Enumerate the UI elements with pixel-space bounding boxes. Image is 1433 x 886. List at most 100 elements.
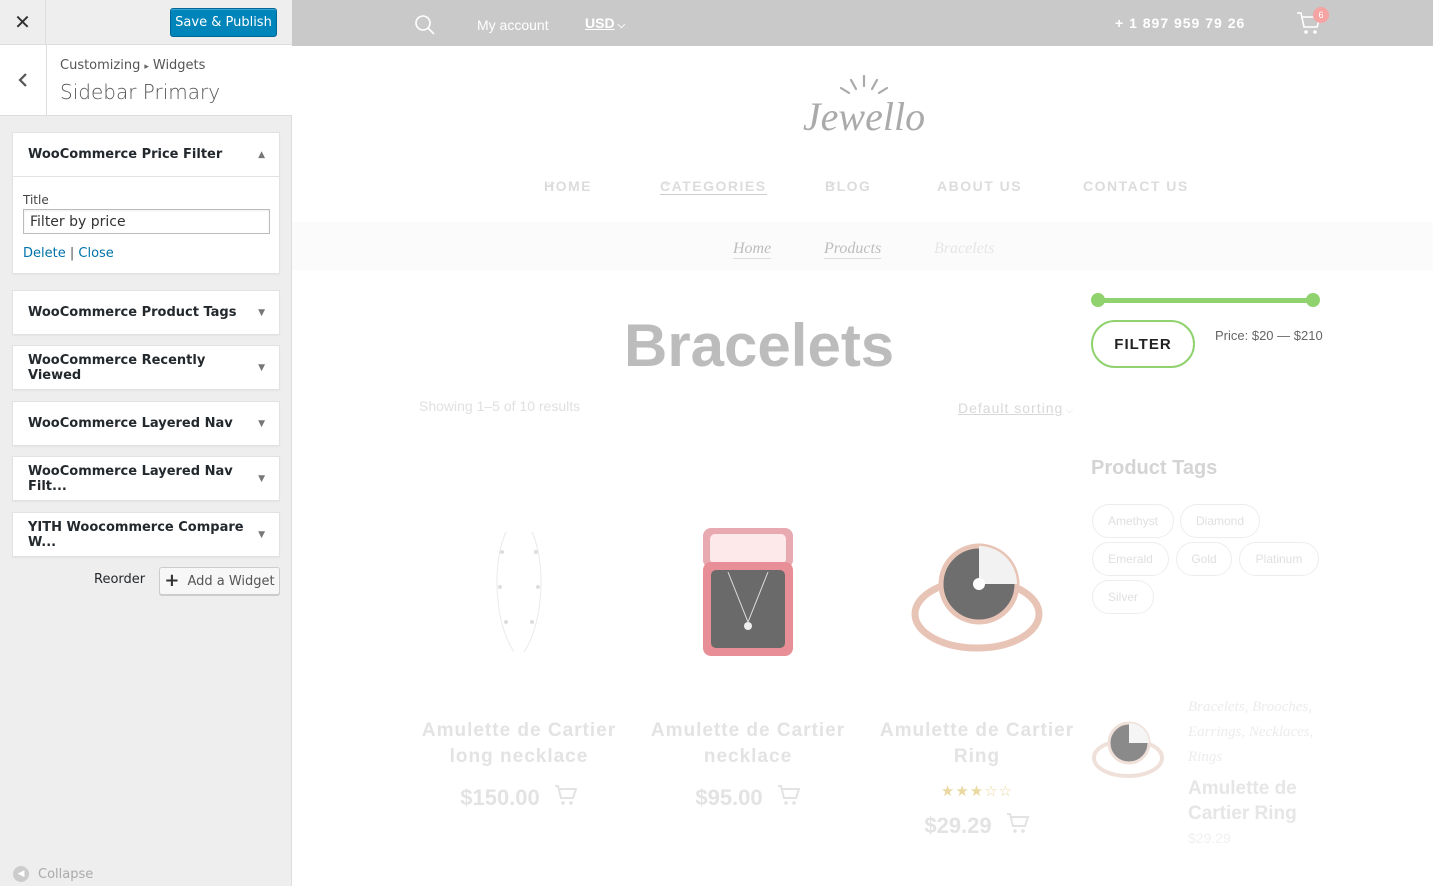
page-title: Bracelets (624, 312, 895, 379)
product-card[interactable]: Amulette de Cartier long necklace $150.0… (419, 512, 619, 810)
breadcrumb-parent: Customizing (60, 58, 141, 73)
product-tags-title: Product Tags (1091, 457, 1218, 479)
star-rating: ★★★☆☆ (940, 783, 1014, 800)
sidebar-product-price: $29.29 (1188, 830, 1231, 846)
tag-gold[interactable]: Gold (1176, 542, 1232, 576)
price-range-text: Price: $20 — $210 (1215, 328, 1323, 343)
close-icon[interactable]: ✕ (0, 0, 46, 45)
widget-yith-compare[interactable]: YITH Woocommerce Compare W... ▼ (12, 512, 280, 557)
delete-link[interactable]: Delete (23, 246, 66, 261)
product-card[interactable]: Amulette de Cartier necklace $95.00 (648, 512, 848, 810)
widget-header[interactable]: WooCommerce Price Filter ▲ (13, 133, 279, 176)
widget-form: Title Delete | Close (13, 176, 279, 273)
breadcrumb-current: Widgets (152, 58, 206, 73)
collapse-label: Collapse (38, 866, 94, 882)
tag-emerald[interactable]: Emerald (1092, 542, 1169, 576)
add-to-cart-icon[interactable] (554, 784, 578, 812)
breadcrumb-current: Bracelets (934, 240, 995, 257)
chevron-down-icon: ⌵ (548, 178, 557, 188)
widget-actions: Delete | Close (23, 246, 269, 261)
expand-arrow-icon[interactable]: ▼ (258, 308, 265, 318)
product-name[interactable]: Amulette de Cartier necklace (648, 718, 848, 770)
widget-price-filter: WooCommerce Price Filter ▲ Title Delete … (12, 132, 280, 274)
cart-count-badge: 6 (1313, 7, 1329, 23)
sort-select[interactable]: Default sorting ⌵ (958, 400, 1074, 416)
tag-silver[interactable]: Silver (1092, 580, 1154, 614)
title-label: Title (23, 193, 49, 207)
customizer-panel: ✕ Save & Publish Customizing ▸ Widgets Sid… (0, 0, 292, 886)
expand-arrow-icon[interactable]: ▼ (258, 363, 265, 373)
product-image[interactable] (648, 512, 848, 672)
result-count: Showing 1–5 of 10 results (419, 398, 581, 414)
product-price-row: $95.00 (648, 784, 848, 812)
price-slider-min-handle[interactable] (1091, 293, 1105, 307)
product-image[interactable] (877, 512, 1077, 672)
close-link[interactable]: Close (78, 246, 113, 261)
product-price: $29.29 (924, 813, 992, 838)
tag-diamond[interactable]: Diamond (1180, 504, 1260, 538)
page-breadcrumb: Home Products Bracelets (292, 222, 1433, 270)
widget-header[interactable]: WooCommerce Layered Nav Filt... ▼ (13, 457, 279, 500)
link-separator: | (69, 246, 75, 261)
chevron-down-icon: ⌵ (617, 20, 626, 31)
sidebar-product-image[interactable] (1090, 712, 1166, 787)
widget-header[interactable]: WooCommerce Product Tags ▼ (13, 291, 279, 334)
widget-header[interactable]: WooCommerce Recently Viewed ▼ (13, 346, 279, 389)
collapse-button[interactable]: ◀ Collapse (13, 866, 93, 882)
widget-title: WooCommerce Layered Nav (28, 416, 233, 431)
site-topbar: My account USD ⌵ + 1 897 959 79 26 6 (292, 0, 1433, 46)
product-price-row: $150.00 (419, 784, 619, 812)
my-account-link[interactable]: My account (477, 17, 549, 33)
chevron-down-icon: ⌵ (829, 178, 838, 188)
breadcrumb-products[interactable]: Products (824, 240, 882, 259)
widget-layered-nav-filters[interactable]: WooCommerce Layered Nav Filt... ▼ (12, 456, 280, 501)
nav-item-contact[interactable]: CONTACT US (1083, 178, 1189, 194)
chevron-down-icon: ⌵ (664, 178, 673, 188)
site-logo[interactable]: Jewello (789, 72, 939, 147)
widget-title: WooCommerce Product Tags (28, 305, 237, 320)
widget-header[interactable]: WooCommerce Layered Nav ▼ (13, 402, 279, 445)
product-image[interactable] (419, 512, 619, 672)
save-publish-button[interactable]: Save & Publish (170, 8, 277, 37)
widget-title: YITH Woocommerce Compare W... (28, 519, 244, 550)
widget-title: WooCommerce Layered Nav Filt... (28, 463, 233, 494)
sidebar-product-categories[interactable]: Bracelets, Brooches, Earrings, Necklaces… (1188, 695, 1328, 770)
section-header: Customizing ▸ Widgets Sidebar Primary (0, 45, 292, 116)
breadcrumb-home[interactable]: Home (733, 240, 772, 259)
back-arrow-icon[interactable] (0, 45, 47, 115)
price-slider-track[interactable] (1094, 298, 1314, 303)
product-price-row: $29.29 (877, 812, 1077, 840)
product-price: $150.00 (460, 785, 540, 810)
add-widget-button[interactable]: + Add a Widget (159, 567, 280, 595)
expand-arrow-icon[interactable]: ▼ (258, 530, 265, 540)
collapse-arrow-icon[interactable]: ▲ (258, 150, 265, 160)
tag-platinum[interactable]: Platinum (1239, 542, 1319, 576)
tag-amethyst[interactable]: Amethyst (1092, 504, 1174, 538)
main-navigation: HOME ⌵ CATEGORIES ⌵ BLOG ⌵ ABOUT US CONTACT… (292, 178, 1433, 198)
title-input[interactable] (23, 209, 270, 234)
site-preview: My account USD ⌵ + 1 897 959 79 26 6 Jewe… (292, 0, 1433, 886)
product-card[interactable]: Amulette de Cartier Ring ★★★☆☆ $29.29 (877, 512, 1077, 838)
expand-arrow-icon[interactable]: ▼ (258, 419, 265, 429)
currency-select[interactable]: USD ⌵ (585, 15, 625, 31)
sidebar-product-name[interactable]: Amulette de Cartier Ring (1188, 776, 1328, 826)
product-name[interactable]: Amulette de Cartier Ring (877, 718, 1077, 770)
plus-icon: + (164, 570, 180, 591)
widget-product-tags[interactable]: WooCommerce Product Tags ▼ (12, 290, 280, 335)
add-widget-label: Add a Widget (187, 573, 275, 589)
widget-title: WooCommerce Recently Viewed (28, 352, 206, 383)
add-to-cart-icon[interactable] (1006, 812, 1030, 840)
price-slider-max-handle[interactable] (1306, 293, 1320, 307)
nav-item-about[interactable]: ABOUT US (937, 178, 1022, 194)
add-to-cart-icon[interactable] (777, 784, 801, 812)
search-icon[interactable] (414, 14, 436, 41)
filter-button[interactable]: FILTER (1091, 320, 1195, 368)
widget-layered-nav[interactable]: WooCommerce Layered Nav ▼ (12, 401, 280, 446)
widget-header[interactable]: YITH Woocommerce Compare W... ▼ (13, 513, 279, 556)
reorder-button[interactable]: Reorder (94, 572, 145, 587)
expand-arrow-icon[interactable]: ▼ (258, 474, 265, 484)
sort-label: Default sorting (958, 400, 1064, 416)
product-name[interactable]: Amulette de Cartier long necklace (419, 718, 619, 770)
widget-recently-viewed[interactable]: WooCommerce Recently Viewed ▼ (12, 345, 280, 390)
product-price: $95.00 (695, 785, 763, 810)
